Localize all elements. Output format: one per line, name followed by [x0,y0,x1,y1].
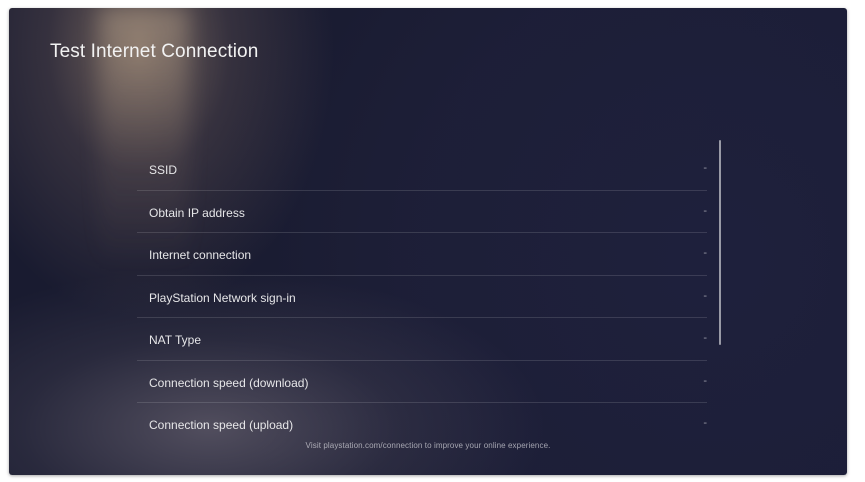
result-row-ssid[interactable]: SSID - [137,148,707,191]
result-label: NAT Type [149,333,202,347]
result-row-upload-speed[interactable]: Connection speed (upload) - [137,403,707,446]
result-value: - [703,374,707,387]
result-row-psn-sign-in[interactable]: PlayStation Network sign-in - [137,276,707,318]
result-label: PlayStation Network sign-in [149,290,296,305]
result-value: - [703,417,707,429]
result-row-nat-type[interactable]: NAT Type - [137,318,707,361]
result-row-internet-connection[interactable]: Internet connection - [137,233,707,276]
result-value: - [703,289,707,302]
result-label: Connection speed (upload) [149,418,294,432]
result-label: SSID [149,163,178,177]
scrollbar[interactable] [719,140,721,345]
result-value: - [703,332,707,344]
result-value: - [703,247,707,259]
result-label: Internet connection [149,248,252,262]
results-list: SSID - Obtain IP address - Internet conn… [137,148,707,446]
result-label: Obtain IP address [149,205,245,220]
result-value: - [703,204,707,217]
page-title: Test Internet Connection [50,41,259,62]
test-connection-screen: Test Internet Connection SSID - Obtain I… [9,8,847,475]
result-value: - [703,162,707,174]
result-label: Connection speed (download) [149,375,309,390]
result-row-download-speed[interactable]: Connection speed (download) - [137,361,707,403]
footer-hint: Visit playstation.com/connection to impr… [305,441,551,450]
result-row-obtain-ip[interactable]: Obtain IP address - [137,191,707,233]
